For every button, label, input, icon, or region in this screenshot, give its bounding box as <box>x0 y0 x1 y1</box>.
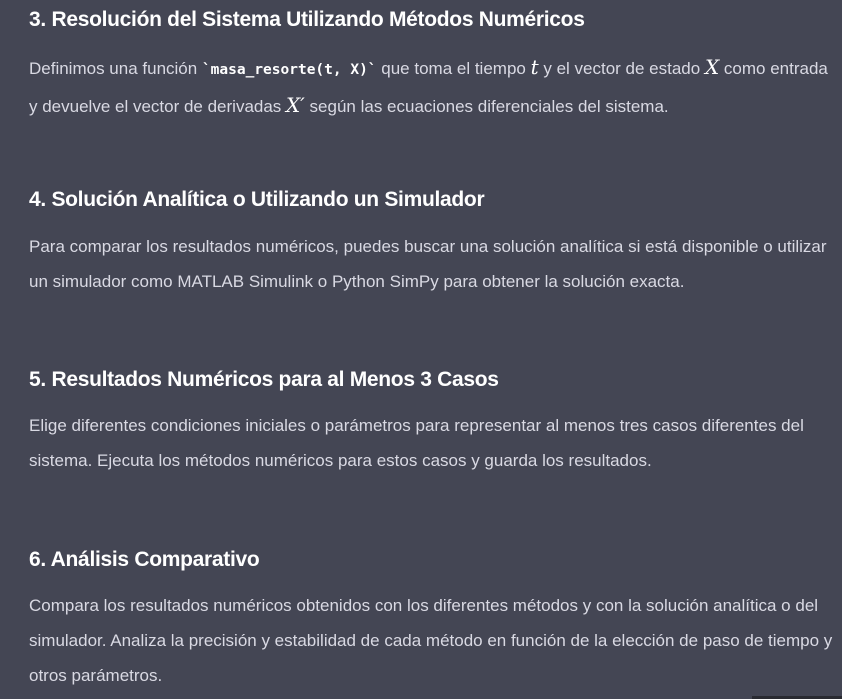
paragraph-text: y el vector de estado <box>538 59 705 78</box>
section-paragraph: Compara los resultados numéricos obtenid… <box>29 596 833 685</box>
section-6: 6. Análisis Comparativo Compara los resu… <box>29 547 839 693</box>
section-heading: 6. Análisis Comparativo <box>29 548 260 571</box>
section-heading: 4. Solución Analítica o Utilizando un Si… <box>29 188 485 211</box>
paragraph-text: Definimos una función <box>29 59 202 78</box>
math-variable-x-prime: X′ <box>286 93 305 117</box>
section-paragraph: Para comparar los resultados numéricos, … <box>29 237 827 291</box>
section-5: 5. Resultados Numéricos para al Menos 3 … <box>29 367 839 478</box>
section-paragraph: Elige diferentes condiciones iniciales o… <box>29 416 804 470</box>
paragraph-text: según las ecuaciones diferenciales del s… <box>304 97 669 116</box>
section-heading: 3. Resolución del Sistema Utilizando Mét… <box>29 8 585 31</box>
section-3: 3. Resolución del Sistema Utilizando Mét… <box>29 7 839 124</box>
section-4: 4. Solución Analítica o Utilizando un Si… <box>29 187 839 299</box>
inline-code: `masa_resorte(t, X)` <box>201 62 377 78</box>
math-variable-t: t <box>530 55 539 79</box>
paragraph-text: que toma el tiempo <box>376 59 531 78</box>
section-heading: 5. Resultados Numéricos para al Menos 3 … <box>29 368 499 391</box>
section-paragraph: Definimos una función `masa_resorte(t, X… <box>29 50 839 124</box>
math-variable-x: X <box>704 55 720 79</box>
